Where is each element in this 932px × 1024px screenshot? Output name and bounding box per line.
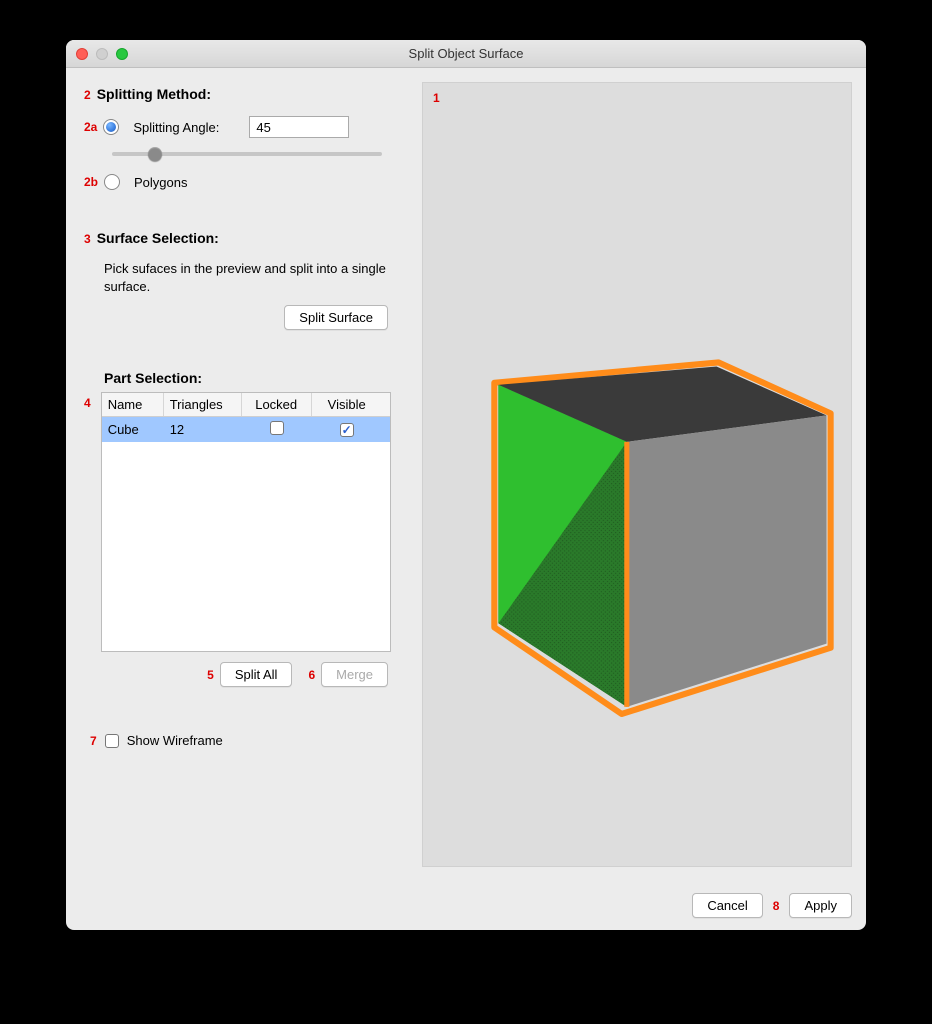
surface-selection-help: Pick sufaces in the preview and split in… [104, 260, 408, 295]
cell-visible [312, 418, 382, 441]
annotation-8: 8 [773, 899, 780, 913]
left-panel: 2 Splitting Method: 2a Splitting Angle: … [74, 82, 414, 867]
visible-checkbox[interactable] [340, 423, 354, 437]
cell-name: Cube [102, 418, 164, 441]
cube-right-face [627, 415, 827, 706]
th-visible[interactable]: Visible [312, 393, 382, 416]
annotation-5: 5 [207, 668, 214, 682]
polygons-label: Polygons [134, 175, 187, 190]
radio-polygons[interactable] [104, 174, 120, 190]
preview-viewport[interactable]: 1 [422, 82, 852, 867]
annotation-2: 2 [84, 88, 91, 102]
dialog-body: 2 Splitting Method: 2a Splitting Angle: … [66, 68, 866, 881]
parts-table: Name Triangles Locked Visible Cube12 [101, 392, 391, 652]
table-buttons: 5 Split All 6 Merge [84, 662, 388, 687]
th-name[interactable]: Name [102, 393, 164, 416]
dialog-footer: Cancel 8 Apply [66, 881, 866, 930]
angle-slider[interactable] [112, 142, 382, 166]
th-locked[interactable]: Locked [242, 393, 312, 416]
annotation-3: 3 [84, 232, 91, 246]
show-wireframe-label: Show Wireframe [127, 733, 223, 748]
table-header: Name Triangles Locked Visible [102, 393, 390, 417]
table-row[interactable]: Cube12 [102, 417, 390, 442]
annotation-7: 7 [90, 734, 97, 748]
part-selection-heading: Part Selection: [104, 370, 202, 386]
radio-splitting-angle[interactable] [103, 119, 119, 135]
slider-thumb[interactable] [148, 147, 162, 161]
table-body: Cube12 [102, 417, 390, 442]
splitting-angle-label: Splitting Angle: [133, 120, 243, 135]
locked-checkbox[interactable] [270, 421, 284, 435]
show-wireframe-checkbox[interactable] [105, 734, 119, 748]
dialog-window: Split Object Surface 2 Splitting Method:… [66, 40, 866, 930]
cube-preview [423, 83, 851, 866]
split-all-button[interactable]: Split All [220, 662, 293, 687]
merge-button: Merge [321, 662, 388, 687]
annotation-2a: 2a [84, 120, 97, 134]
apply-button[interactable]: Apply [789, 893, 852, 918]
split-surface-button[interactable]: Split Surface [284, 305, 388, 330]
cell-triangles: 12 [164, 418, 242, 441]
cancel-button[interactable]: Cancel [692, 893, 762, 918]
titlebar[interactable]: Split Object Surface [66, 40, 866, 68]
window-title: Split Object Surface [66, 46, 866, 61]
th-triangles[interactable]: Triangles [164, 393, 242, 416]
splitting-angle-input[interactable] [249, 116, 349, 138]
cell-locked [242, 417, 312, 442]
right-panel: 1 [422, 82, 852, 867]
surface-selection-heading: Surface Selection: [97, 230, 219, 246]
splitting-method-heading: Splitting Method: [97, 86, 211, 102]
annotation-2b: 2b [84, 175, 98, 189]
annotation-6: 6 [308, 668, 315, 682]
